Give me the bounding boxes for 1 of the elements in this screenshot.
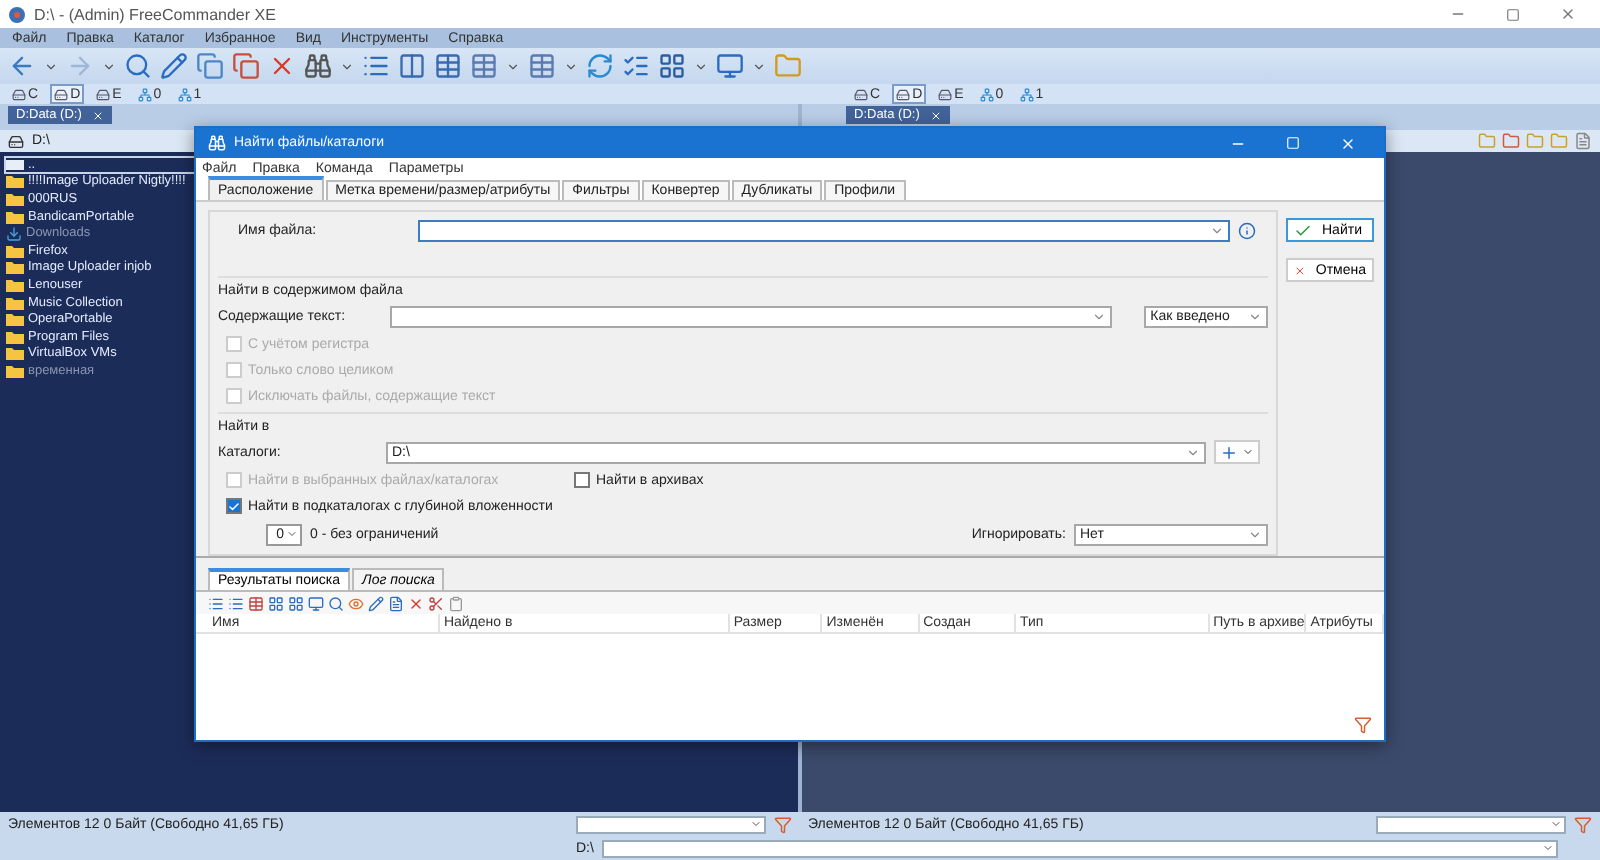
window-title: D:\ - (Admin) FreeCommander XE [34,5,276,23]
